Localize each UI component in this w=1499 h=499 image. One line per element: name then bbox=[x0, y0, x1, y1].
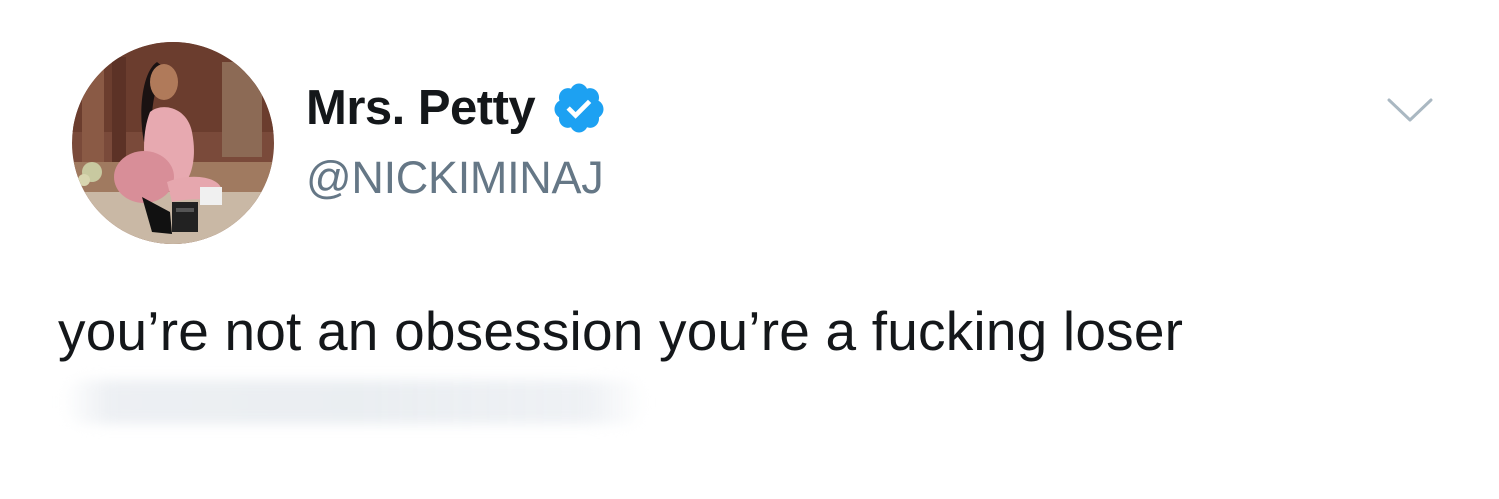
chevron-down-icon[interactable] bbox=[1385, 92, 1435, 128]
user-handle[interactable]: @NICKIMINAJ bbox=[306, 150, 604, 206]
display-name-row: Mrs. Petty bbox=[306, 78, 607, 138]
tweet-card: Mrs. Petty @NICKIMINAJ you’re not an obs… bbox=[0, 0, 1499, 499]
avatar[interactable] bbox=[72, 42, 274, 244]
blurred-content bbox=[62, 380, 647, 424]
verified-badge-icon bbox=[554, 83, 604, 133]
display-name[interactable]: Mrs. Petty bbox=[306, 78, 536, 138]
tweet-text: you’re not an obsession you’re a fucking… bbox=[58, 300, 1184, 362]
avatar-image bbox=[72, 42, 274, 244]
